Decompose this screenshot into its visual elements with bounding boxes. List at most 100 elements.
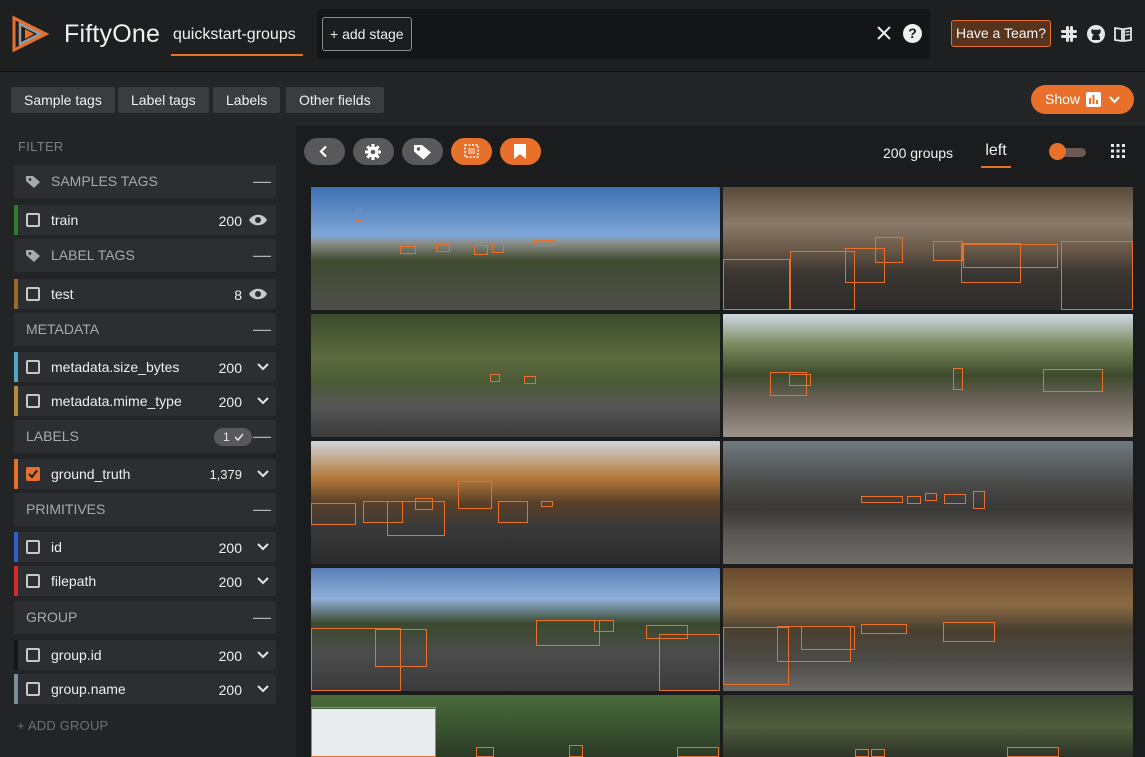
field-color-stripe bbox=[14, 205, 18, 235]
bounding-box bbox=[875, 237, 903, 263]
field-name: metadata.mime_type bbox=[51, 393, 182, 409]
chevron-down-icon[interactable] bbox=[256, 575, 270, 587]
active-filter-badge[interactable]: 1 bbox=[214, 428, 252, 446]
checkbox[interactable] bbox=[26, 213, 40, 227]
sample-tile[interactable] bbox=[723, 441, 1133, 564]
github-icon[interactable] bbox=[1086, 24, 1106, 44]
checkbox[interactable] bbox=[26, 682, 40, 696]
bounding-box bbox=[458, 481, 492, 509]
checkbox[interactable] bbox=[26, 394, 40, 408]
fiftyone-logo-icon[interactable] bbox=[10, 14, 52, 54]
bounding-box bbox=[801, 626, 855, 650]
sample-tile[interactable] bbox=[311, 695, 720, 757]
bounding-box bbox=[871, 749, 885, 757]
show-button[interactable]: Show bbox=[1031, 85, 1134, 114]
field-row-ground-truth[interactable]: ground_truth 1,379 bbox=[14, 459, 276, 489]
checkbox[interactable] bbox=[26, 574, 40, 588]
field-tabs-bar: Sample tags Label tags Labels Other fiel… bbox=[0, 72, 1145, 126]
bounding-box bbox=[375, 629, 427, 667]
chevron-down-icon[interactable] bbox=[256, 395, 270, 407]
checkbox[interactable] bbox=[26, 360, 40, 374]
field-row-id[interactable]: id 200 bbox=[14, 532, 276, 562]
field-row-test[interactable]: test 8 bbox=[14, 279, 276, 309]
help-icon[interactable]: ? bbox=[903, 24, 922, 43]
bounding-box bbox=[723, 259, 790, 310]
save-view-button[interactable] bbox=[500, 138, 541, 165]
chevron-down-icon[interactable] bbox=[256, 468, 270, 480]
field-row-train[interactable]: train 200 bbox=[14, 205, 276, 235]
zoom-slider-handle[interactable] bbox=[1049, 143, 1066, 160]
chevron-down-icon[interactable] bbox=[256, 361, 270, 373]
other-fields-button[interactable]: Other fields bbox=[286, 87, 384, 113]
grid-view-icon[interactable] bbox=[1111, 144, 1125, 158]
sample-tile[interactable] bbox=[723, 568, 1133, 691]
histogram-icon bbox=[1086, 92, 1101, 107]
field-row-metadata-size-bytes[interactable]: metadata.size_bytes 200 bbox=[14, 352, 276, 382]
slack-icon[interactable] bbox=[1059, 24, 1079, 44]
eye-icon[interactable] bbox=[248, 214, 268, 226]
dataset-selector[interactable]: quickstart-groups bbox=[171, 18, 303, 56]
field-row-group-name[interactable]: group.name 200 bbox=[14, 674, 276, 704]
collapse-icon[interactable]: — bbox=[253, 601, 271, 634]
bounding-box bbox=[594, 620, 614, 632]
bounding-box bbox=[925, 493, 937, 501]
group-label: LABELS bbox=[26, 428, 79, 444]
labels-button[interactable]: Labels bbox=[213, 87, 281, 113]
eye-icon[interactable] bbox=[248, 288, 268, 300]
sample-tile[interactable] bbox=[311, 568, 720, 691]
bounding-box bbox=[311, 503, 356, 525]
bounding-box bbox=[498, 501, 528, 523]
chevron-down-icon[interactable] bbox=[256, 649, 270, 661]
have-a-team-button[interactable]: Have a Team? bbox=[951, 20, 1051, 47]
field-row-group-id[interactable]: group.id 200 bbox=[14, 640, 276, 670]
add-stage-button[interactable]: + add stage bbox=[322, 17, 412, 51]
sample-tile[interactable] bbox=[311, 441, 720, 564]
check-icon bbox=[234, 433, 244, 441]
chevron-down-icon[interactable] bbox=[256, 541, 270, 553]
field-color-stripe bbox=[14, 566, 18, 596]
field-color-stripe bbox=[14, 532, 18, 562]
settings-button[interactable] bbox=[353, 138, 394, 165]
checkbox[interactable] bbox=[26, 540, 40, 554]
group-header-label-tags[interactable]: LABEL TAGS — bbox=[14, 239, 276, 272]
badge-count: 1 bbox=[223, 430, 230, 444]
select-labels-button[interactable] bbox=[451, 138, 492, 165]
group-header-metadata[interactable]: METADATA — bbox=[14, 313, 276, 346]
sample-tile[interactable] bbox=[723, 187, 1133, 310]
collapse-icon[interactable]: — bbox=[253, 313, 271, 346]
sample-tile[interactable] bbox=[311, 187, 720, 310]
docs-book-icon[interactable] bbox=[1113, 24, 1133, 44]
tag-button[interactable] bbox=[402, 138, 443, 165]
add-group-button[interactable]: + ADD GROUP bbox=[17, 718, 108, 733]
back-icon bbox=[319, 145, 327, 158]
collapse-icon[interactable]: — bbox=[253, 420, 271, 453]
collapse-icon[interactable]: — bbox=[253, 239, 271, 272]
field-row-filepath[interactable]: filepath 200 bbox=[14, 566, 276, 596]
bounding-box bbox=[524, 376, 536, 384]
group-header-labels[interactable]: LABELS 1 — bbox=[14, 420, 276, 453]
bounding-box bbox=[490, 374, 500, 382]
collapse-icon[interactable]: — bbox=[253, 493, 271, 526]
sample-tile[interactable] bbox=[311, 314, 720, 437]
group-header-group[interactable]: GROUP — bbox=[14, 601, 276, 634]
sample-tile[interactable] bbox=[723, 314, 1133, 437]
group-header-primitives[interactable]: PRIMITIVES — bbox=[14, 493, 276, 526]
bounding-box bbox=[541, 501, 553, 507]
back-button[interactable] bbox=[304, 138, 345, 165]
field-row-metadata-mime-type[interactable]: metadata.mime_type 200 bbox=[14, 386, 276, 416]
field-name: metadata.size_bytes bbox=[51, 359, 180, 375]
bounding-box bbox=[436, 244, 450, 252]
clear-icon[interactable] bbox=[874, 23, 894, 43]
chevron-down-icon[interactable] bbox=[256, 683, 270, 695]
sample-tags-button[interactable]: Sample tags bbox=[11, 87, 115, 113]
checkbox[interactable] bbox=[26, 287, 40, 301]
view-bar: + add stage ? bbox=[317, 9, 930, 59]
checkbox[interactable] bbox=[26, 648, 40, 662]
sample-tile[interactable] bbox=[723, 695, 1133, 757]
group-header-samples-tags[interactable]: SAMPLES TAGS — bbox=[14, 165, 276, 198]
group-label: METADATA bbox=[26, 321, 100, 337]
label-tags-button[interactable]: Label tags bbox=[118, 87, 209, 113]
collapse-icon[interactable]: — bbox=[253, 165, 271, 198]
group-slice-selector[interactable]: left bbox=[981, 142, 1011, 168]
checkbox-checked[interactable] bbox=[26, 467, 40, 481]
